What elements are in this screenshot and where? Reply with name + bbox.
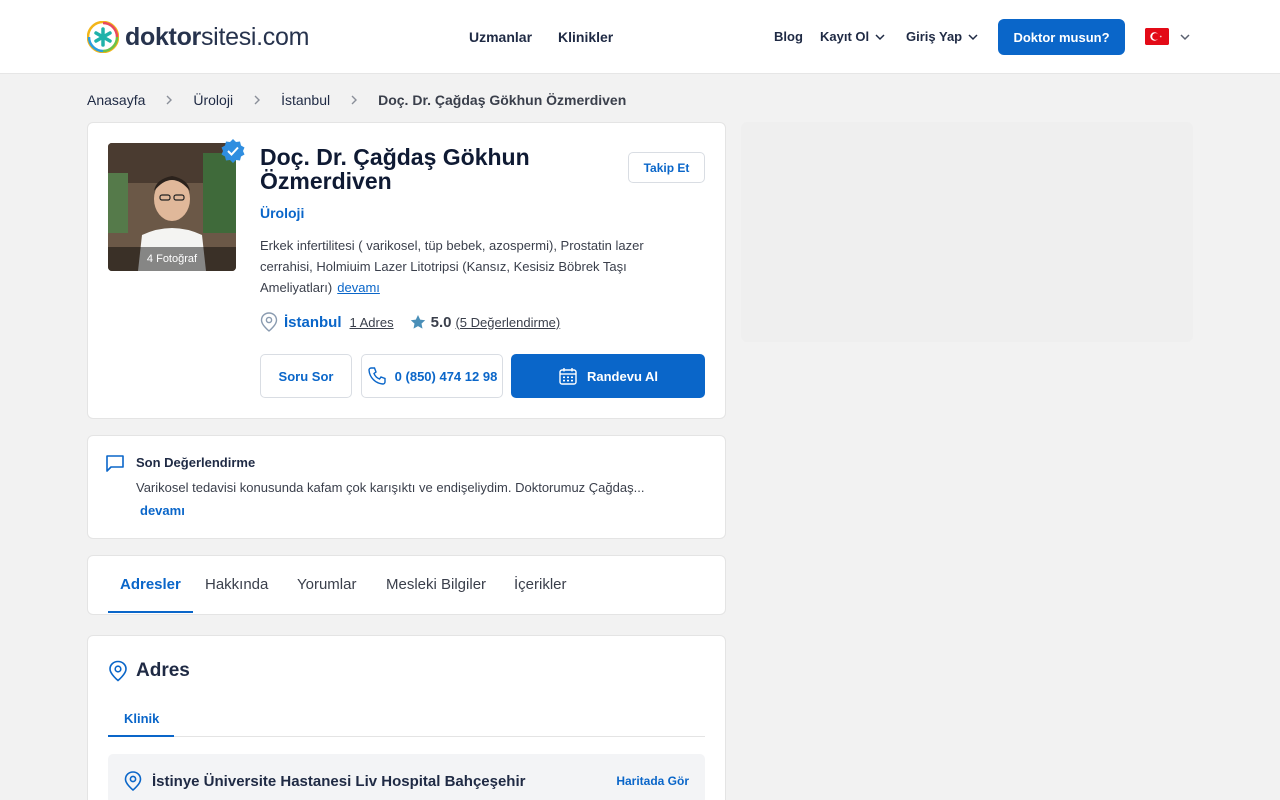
chevron-right-icon [166, 95, 173, 105]
doctor-photo[interactable]: 4 Fotoğraf [108, 143, 236, 271]
address-count-link[interactable]: 1 Adres [350, 315, 394, 330]
ask-question-label: Soru Sor [278, 368, 334, 384]
breadcrumb-specialty[interactable]: Üroloji [193, 92, 233, 108]
chevron-down-icon[interactable] [1178, 30, 1192, 44]
description-text: Erkek infertilitesi ( varikosel, tüp beb… [260, 238, 644, 295]
chevron-down-icon [968, 33, 978, 40]
nav-uzmanlar[interactable]: Uzmanlar [469, 29, 532, 45]
appointment-button[interactable]: Randevu Al [511, 354, 705, 398]
doctor-meta: İstanbul 1 Adres 5.0 (5 Değerlendirme) [260, 312, 560, 332]
subtab-divider [108, 736, 705, 737]
ad-placeholder [741, 122, 1193, 342]
tab-yorumlar[interactable]: Yorumlar [297, 576, 356, 593]
description-more-link[interactable]: devamı [337, 280, 380, 295]
doctor-description: Erkek infertilitesi ( varikosel, tüp beb… [260, 235, 690, 298]
phone-button[interactable]: 0 (850) 474 12 98 [361, 354, 503, 398]
chat-bubble-icon [106, 455, 124, 472]
tab-mesleki-bilgiler[interactable]: Mesleki Bilgiler [386, 576, 486, 593]
breadcrumb-city[interactable]: İstanbul [281, 92, 330, 108]
address-card: Adres Klinik İstinye Üniversite Hastanes… [87, 635, 726, 800]
clinic-name: İstinye Üniversite Hastanesi Liv Hospita… [152, 773, 526, 790]
follow-button[interactable]: Takip Et [628, 152, 705, 183]
clinic-row[interactable]: İstinye Üniversite Hastanesi Liv Hospita… [108, 754, 705, 800]
nav-register-label: Kayıt Ol [820, 29, 870, 44]
nav-blog[interactable]: Blog [774, 29, 803, 44]
asterisk-logo-icon [87, 21, 119, 53]
doctor-name: Doç. Dr. Çağdaş Gökhun Özmerdiven [260, 144, 530, 194]
chevron-down-icon [875, 33, 885, 40]
location-pin-icon [109, 660, 127, 682]
address-section-title: Adres [136, 660, 190, 681]
nav-klinikler[interactable]: Klinikler [558, 29, 613, 45]
latest-review-more-link[interactable]: devamı [140, 503, 185, 518]
reviews-count-link[interactable]: (5 Değerlendirme) [455, 315, 560, 330]
latest-review-text: Varikosel tedavisi konusunda kafam çok k… [136, 480, 645, 495]
star-icon [410, 315, 425, 329]
doctor-cta-button[interactable]: Doktor musun? [998, 19, 1125, 55]
breadcrumb-home[interactable]: Anasayfa [87, 92, 145, 108]
turkey-flag-icon[interactable] [1145, 28, 1169, 45]
chevron-right-icon [254, 95, 261, 105]
breadcrumb: Anasayfa Üroloji İstanbul Doç. Dr. Çağda… [87, 92, 626, 108]
appointment-label: Randevu Al [586, 368, 659, 384]
ask-question-button[interactable]: Soru Sor [260, 354, 352, 398]
rating-score: 5.0 [430, 313, 452, 331]
photo-count-label: 4 Fotoğraf [108, 247, 236, 271]
nav-login[interactable]: Giriş Yap [906, 29, 980, 44]
site-logo[interactable]: doktorsitesi.com [87, 21, 309, 53]
calendar-icon [559, 368, 577, 385]
doctor-city: İstanbul [284, 313, 342, 331]
site-header: doktorsitesi.com Uzmanlar Klinikler Blog… [0, 0, 1280, 74]
location-pin-icon [124, 771, 142, 791]
doctor-specialty[interactable]: Üroloji [260, 205, 304, 221]
logo-text: doktorsitesi.com [125, 22, 310, 51]
breadcrumb-current: Doç. Dr. Çağdaş Gökhun Özmerdiven [378, 92, 627, 108]
chevron-right-icon [351, 95, 358, 105]
tab-adresler[interactable]: Adresler [120, 576, 181, 593]
latest-review-title: Son Değerlendirme [136, 455, 256, 470]
active-tab-indicator [108, 611, 193, 613]
view-on-map-link[interactable]: Haritada Gör [616, 774, 689, 788]
nav-login-label: Giriş Yap [906, 29, 963, 44]
verified-badge-icon [221, 139, 245, 163]
profile-tabs: Adresler Hakkında Yorumlar Mesleki Bilgi… [87, 555, 726, 615]
active-subtab-indicator [108, 735, 174, 737]
phone-icon [367, 367, 386, 385]
tab-hakkinda[interactable]: Hakkında [205, 576, 268, 593]
tab-klinik[interactable]: Klinik [124, 711, 159, 726]
latest-review-card: Son Değerlendirme Varikosel tedavisi kon… [87, 435, 726, 539]
phone-number: 0 (850) 474 12 98 [394, 368, 498, 384]
nav-blog-label: Blog [774, 29, 803, 44]
nav-register[interactable]: Kayıt Ol [820, 29, 887, 44]
doctor-profile-card: 4 Fotoğraf Doç. Dr. Çağdaş Gökhun Özmerd… [87, 122, 726, 419]
tab-icerikler[interactable]: İçerikler [514, 576, 567, 593]
location-pin-icon [260, 312, 278, 332]
